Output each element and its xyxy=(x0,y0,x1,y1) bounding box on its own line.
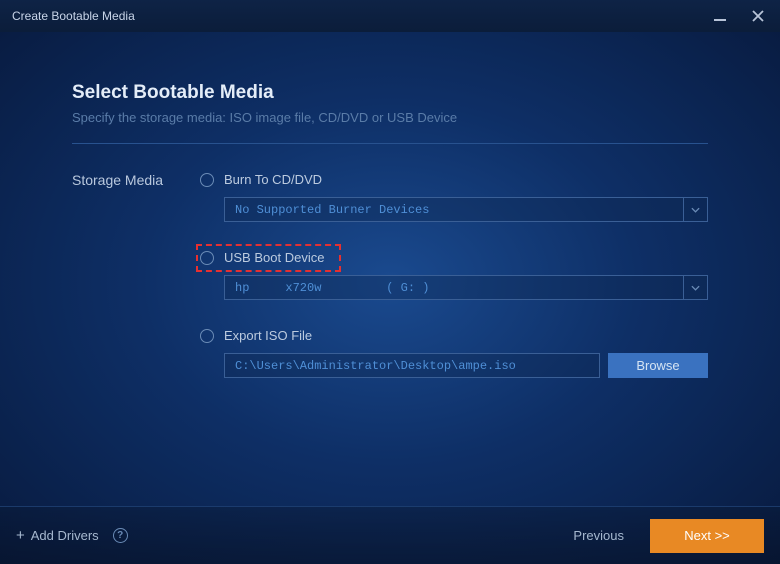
radio-usb[interactable] xyxy=(200,251,214,265)
titlebar: Create Bootable Media xyxy=(0,0,780,32)
option-cddvd-row[interactable]: Burn To CD/DVD xyxy=(200,172,708,187)
option-iso: Export ISO File Browse xyxy=(200,328,708,378)
usb-select-text: hp x720w ( G: ) xyxy=(225,281,683,295)
option-cddvd-label: Burn To CD/DVD xyxy=(224,172,322,187)
cddvd-select-arrow[interactable] xyxy=(683,198,707,221)
divider xyxy=(72,143,708,144)
option-cddvd: Burn To CD/DVD No Supported Burner Devic… xyxy=(200,172,708,222)
option-iso-label: Export ISO File xyxy=(224,328,312,343)
options-area: Storage Media Burn To CD/DVD No Supporte… xyxy=(72,172,708,406)
page-subtitle: Specify the storage media: ISO image fil… xyxy=(72,110,708,125)
browse-button[interactable]: Browse xyxy=(608,353,708,378)
option-usb: USB Boot Device hp x720w ( G: ) xyxy=(200,250,708,300)
iso-path-input[interactable] xyxy=(224,353,600,378)
plus-icon: + xyxy=(16,527,25,544)
radio-cddvd[interactable] xyxy=(200,173,214,187)
previous-button[interactable]: Previous xyxy=(573,528,624,543)
usb-select-arrow[interactable] xyxy=(683,276,707,299)
help-icon[interactable]: ? xyxy=(113,528,128,543)
footer: + Add Drivers ? Previous Next >> xyxy=(0,506,780,564)
option-usb-label: USB Boot Device xyxy=(224,250,324,265)
window-controls xyxy=(710,6,768,26)
minimize-button[interactable] xyxy=(710,6,730,26)
next-button[interactable]: Next >> xyxy=(650,519,764,553)
option-usb-row[interactable]: USB Boot Device xyxy=(200,250,708,265)
close-button[interactable] xyxy=(748,6,768,26)
chevron-down-icon xyxy=(691,207,700,213)
chevron-down-icon xyxy=(691,285,700,291)
options-column: Burn To CD/DVD No Supported Burner Devic… xyxy=(200,172,708,406)
option-iso-row[interactable]: Export ISO File xyxy=(200,328,708,343)
add-drivers-label: Add Drivers xyxy=(31,528,99,543)
content-area: Select Bootable Media Specify the storag… xyxy=(0,32,780,506)
window-title: Create Bootable Media xyxy=(12,9,710,23)
cddvd-select-text: No Supported Burner Devices xyxy=(225,203,683,217)
cddvd-select[interactable]: No Supported Burner Devices xyxy=(224,197,708,222)
iso-input-row: Browse xyxy=(224,353,708,378)
storage-media-label: Storage Media xyxy=(72,172,200,406)
window: Create Bootable Media Select Bootable Me… xyxy=(0,0,780,564)
page-title: Select Bootable Media xyxy=(72,82,708,104)
usb-select[interactable]: hp x720w ( G: ) xyxy=(224,275,708,300)
radio-iso[interactable] xyxy=(200,329,214,343)
add-drivers-button[interactable]: + Add Drivers xyxy=(16,527,99,544)
